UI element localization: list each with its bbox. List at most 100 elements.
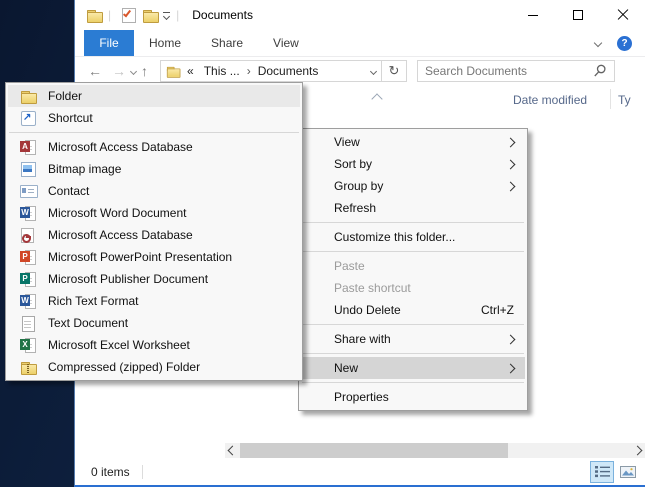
new-submenu-item-text-document[interactable]: Text Document — [8, 312, 300, 334]
context-menu-item-share-with[interactable]: Share with — [301, 328, 525, 350]
breadcrumb-separator[interactable]: › — [247, 64, 251, 78]
titlebar: | | Documents — [75, 0, 645, 30]
menu-item-label: Compressed (zipped) Folder — [48, 360, 200, 374]
refresh-button[interactable]: ↻ — [382, 60, 407, 82]
new-submenu: FolderShortcutMicrosoft Access DatabaseB… — [5, 82, 303, 381]
large-icons-view-icon — [620, 466, 636, 478]
up-icon[interactable]: ↑ — [141, 64, 148, 78]
menu-item-label: Rich Text Format — [48, 294, 138, 308]
menu-item-label: Microsoft Access Database — [48, 228, 193, 242]
menu-item-label: Shortcut — [48, 111, 93, 125]
context-menu-item-new[interactable]: New — [301, 357, 525, 379]
menu-item-label: Microsoft PowerPoint Presentation — [48, 250, 232, 264]
context-menu-item-refresh[interactable]: Refresh — [301, 197, 525, 219]
menu-item-label: Paste shortcut — [334, 281, 411, 295]
scroll-right-icon[interactable] — [633, 446, 643, 456]
new-submenu-item-microsoft-publisher-document[interactable]: Microsoft Publisher Document — [8, 268, 300, 290]
submenu-arrow-icon — [506, 363, 516, 373]
help-icon[interactable]: ? — [617, 36, 632, 51]
address-bar[interactable]: « This ... › Documents — [160, 60, 382, 82]
back-icon[interactable]: ← — [88, 64, 102, 78]
menu-separator — [302, 382, 524, 383]
search-box[interactable] — [417, 60, 615, 82]
refresh-icon: ↻ — [389, 63, 400, 79]
menu-item-label: Refresh — [334, 201, 376, 215]
context-menu-item-paste: Paste — [301, 255, 525, 277]
access-database-icon — [20, 139, 36, 155]
minimize-button[interactable] — [510, 0, 555, 30]
close-icon — [617, 9, 629, 21]
breadcrumb-this-pc[interactable]: This ... — [204, 64, 240, 78]
breadcrumb-current[interactable]: Documents — [258, 64, 319, 78]
context-menu-item-group-by[interactable]: Group by — [301, 175, 525, 197]
zip-folder-icon — [20, 359, 36, 375]
excel-worksheet-icon — [20, 337, 36, 353]
new-submenu-item-bitmap-image[interactable]: Bitmap image — [8, 158, 300, 180]
new-submenu-item-shortcut[interactable]: Shortcut — [8, 107, 300, 129]
context-menu-item-properties[interactable]: Properties — [301, 386, 525, 408]
new-submenu-item-microsoft-powerpoint-presentation[interactable]: Microsoft PowerPoint Presentation — [8, 246, 300, 268]
menu-separator — [9, 132, 299, 133]
word-document-icon — [20, 205, 36, 221]
ribbon-tabs: File Home Share View ? — [75, 30, 645, 57]
tab-view[interactable]: View — [258, 30, 314, 56]
contact-icon — [20, 183, 36, 199]
menu-item-label: Share with — [334, 332, 391, 346]
maximize-icon — [573, 10, 583, 20]
search-input[interactable] — [425, 64, 593, 78]
desktop: { "colors": { "accent_blue": "#2b7cd3", … — [0, 0, 645, 487]
location-folder-icon — [166, 64, 180, 78]
sort-ascending-icon — [371, 93, 382, 104]
access-database-key-icon — [20, 227, 36, 243]
new-submenu-item-microsoft-access-database[interactable]: Microsoft Access Database — [8, 136, 300, 158]
tab-home[interactable]: Home — [134, 30, 196, 56]
large-icons-view-button[interactable] — [616, 461, 640, 483]
expand-ribbon-chevron-icon[interactable] — [594, 39, 602, 47]
new-submenu-item-contact[interactable]: Contact — [8, 180, 300, 202]
items-count: 0 items — [91, 465, 130, 479]
column-date-modified[interactable]: Date modified — [513, 93, 587, 107]
new-submenu-item-microsoft-excel-worksheet[interactable]: Microsoft Excel Worksheet — [8, 334, 300, 356]
tab-file[interactable]: File — [84, 30, 134, 56]
status-separator — [142, 465, 143, 479]
context-menu: View Sort by Group by Refresh Customize this… — [298, 128, 528, 411]
details-view-button[interactable] — [590, 461, 614, 483]
submenu-arrow-icon — [506, 181, 516, 191]
recent-locations-chevron-icon[interactable] — [130, 67, 137, 74]
context-menu-item-customize-this-folder[interactable]: Customize this folder... — [301, 226, 525, 248]
qat-new-folder-button[interactable] — [139, 3, 161, 27]
column-type[interactable]: Ty — [618, 93, 631, 107]
menu-item-label: Group by — [334, 179, 383, 193]
address-dropdown-chevron-icon[interactable] — [370, 67, 377, 74]
ribbon-right: ? — [595, 30, 645, 56]
qat-customize-dropdown[interactable] — [163, 12, 170, 19]
menu-item-label: Microsoft Publisher Document — [48, 272, 208, 286]
new-submenu-item-rich-text-format[interactable]: Rich Text Format — [8, 290, 300, 312]
search-icon — [593, 64, 607, 78]
minimize-icon — [528, 15, 538, 16]
context-menu-item-view[interactable]: View — [301, 131, 525, 153]
powerpoint-icon — [20, 249, 36, 265]
context-menu-item-paste-shortcut: Paste shortcut — [301, 277, 525, 299]
qat-properties-button[interactable] — [117, 3, 139, 27]
column-resize-handle[interactable] — [610, 89, 611, 109]
menu-item-label: View — [334, 135, 360, 149]
horizontal-scrollbar[interactable] — [225, 443, 645, 458]
new-submenu-item-folder[interactable]: Folder — [8, 85, 300, 107]
scroll-left-icon[interactable] — [228, 446, 238, 456]
breadcrumb-overflow[interactable]: « — [187, 64, 194, 78]
new-submenu-item-microsoft-access-database[interactable]: Microsoft Access Database — [8, 224, 300, 246]
new-submenu-item-microsoft-word-document[interactable]: Microsoft Word Document — [8, 202, 300, 224]
shortcut-hint: Ctrl+Z — [481, 303, 514, 317]
folder-icon — [20, 88, 36, 104]
forward-icon[interactable]: → — [112, 64, 126, 78]
scrollbar-thumb[interactable] — [240, 443, 508, 458]
tab-share[interactable]: Share — [196, 30, 258, 56]
window-title: Documents — [192, 8, 253, 22]
new-submenu-item-compressed-zipped-folder[interactable]: Compressed (zipped) Folder — [8, 356, 300, 378]
maximize-button[interactable] — [555, 0, 600, 30]
menu-item-label: Text Document — [48, 316, 128, 330]
context-menu-item-sort-by[interactable]: Sort by — [301, 153, 525, 175]
context-menu-item-undo-delete[interactable]: Undo DeleteCtrl+Z — [301, 299, 525, 321]
close-button[interactable] — [600, 0, 645, 30]
